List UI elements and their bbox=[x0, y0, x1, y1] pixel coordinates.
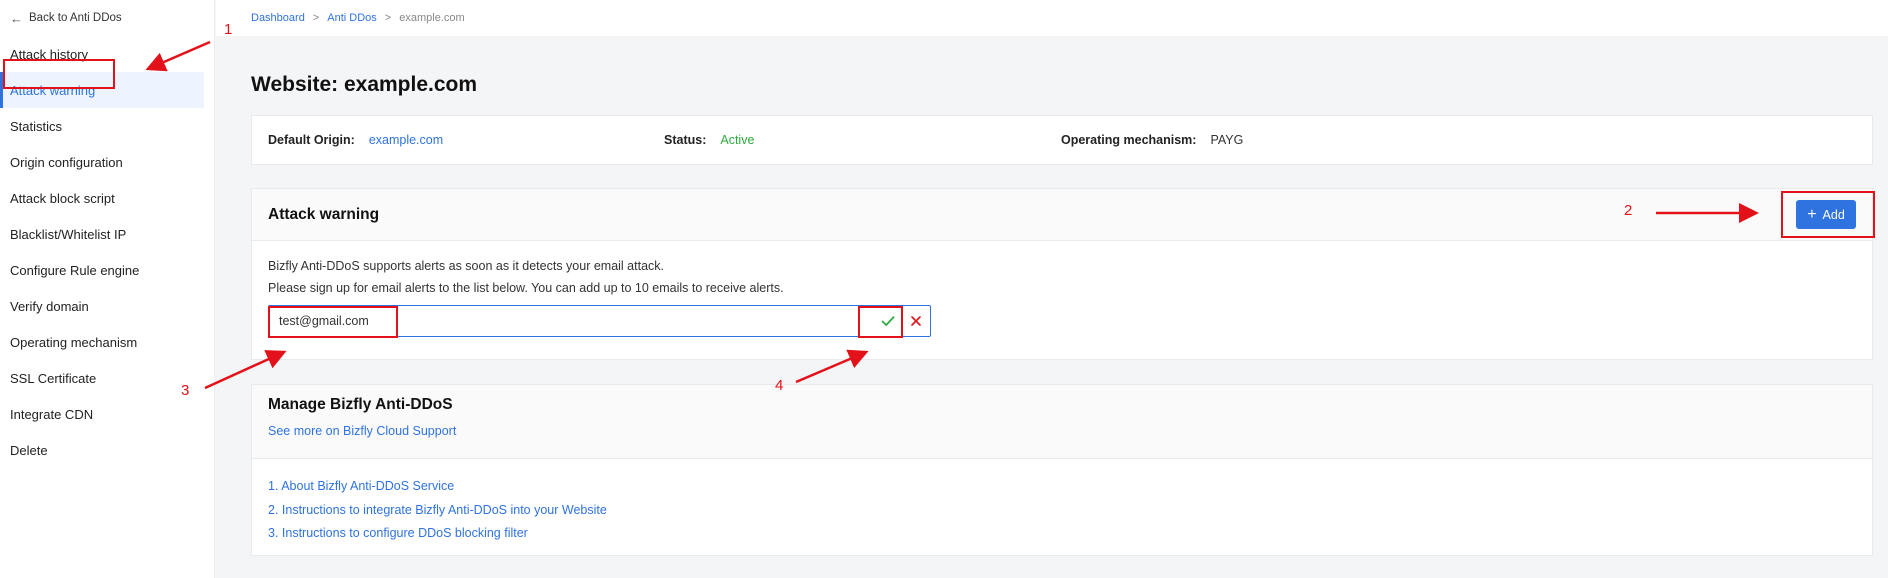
guide-link-about[interactable]: 1. About Bizfly Anti-DDoS Service bbox=[268, 475, 1856, 499]
manage-title: Manage Bizfly Anti-DDoS bbox=[268, 396, 453, 413]
annotation-box-1 bbox=[3, 59, 115, 89]
back-link[interactable]: ← Back to Anti DDos bbox=[0, 0, 214, 36]
page-title: Website: example.com bbox=[251, 73, 478, 96]
status-group: Status: Active bbox=[664, 133, 1061, 147]
sidebar-item-origin-configuration[interactable]: Origin configuration bbox=[0, 144, 214, 180]
sidebar-item-operating-mechanism[interactable]: Operating mechanism bbox=[0, 324, 214, 360]
main-content: Dashboard > Anti DDos > example.com Webs… bbox=[216, 0, 1888, 578]
sidebar-item-label: Delete bbox=[10, 442, 48, 458]
breadcrumb-dashboard[interactable]: Dashboard bbox=[251, 12, 305, 24]
attack-warning-desc-2: Please sign up for email alerts to the l… bbox=[268, 281, 784, 295]
sidebar-item-statistics[interactable]: Statistics bbox=[0, 108, 214, 144]
manage-header: Manage Bizfly Anti-DDoS See more on Bizf… bbox=[252, 385, 1872, 459]
manage-links: 1. About Bizfly Anti-DDoS Service 2. Ins… bbox=[252, 459, 1872, 562]
sidebar-item-label: Attack block script bbox=[10, 190, 115, 206]
sidebar-item-label: Statistics bbox=[10, 118, 63, 134]
sidebar-item-blacklist-whitelist[interactable]: Blacklist/Whitelist IP bbox=[0, 216, 214, 252]
arrow-left-icon: ← bbox=[10, 10, 23, 26]
info-card: Default Origin: example.com Status: Acti… bbox=[251, 115, 1873, 165]
attack-warning-desc-1: Bizfly Anti-DDoS supports alerts as soon… bbox=[268, 259, 665, 273]
breadcrumb-separator: > bbox=[312, 12, 320, 24]
status-value: Active bbox=[720, 133, 755, 147]
default-origin-label: Default Origin: bbox=[268, 133, 355, 147]
attack-warning-title: Attack warning bbox=[268, 205, 380, 223]
breadcrumb-anti-ddos[interactable]: Anti DDos bbox=[327, 12, 377, 24]
breadcrumb-separator: > bbox=[384, 12, 392, 24]
sidebar-item-label: SSL Certificate bbox=[10, 370, 97, 386]
cancel-close-icon[interactable] bbox=[902, 307, 930, 335]
breadcrumb-current: example.com bbox=[399, 12, 465, 24]
annotation-number-2: 2 bbox=[1624, 202, 1633, 219]
annotation-box-3 bbox=[268, 306, 398, 338]
annotation-box-4 bbox=[858, 306, 903, 338]
sidebar-item-delete[interactable]: Delete bbox=[0, 432, 214, 468]
default-origin-link[interactable]: example.com bbox=[369, 133, 443, 147]
guide-link-filter[interactable]: 3. Instructions to configure DDoS blocki… bbox=[268, 522, 1856, 546]
sidebar-item-verify-domain[interactable]: Verify domain bbox=[0, 288, 214, 324]
mechanism-value: PAYG bbox=[1210, 133, 1244, 147]
sidebar-item-label: Integrate CDN bbox=[10, 406, 94, 422]
mechanism-group: Operating mechanism: PAYG bbox=[1061, 133, 1243, 147]
sidebar-item-label: Configure Rule engine bbox=[10, 262, 140, 278]
sidebar-nav: Attack history Attack warning Statistics… bbox=[0, 36, 214, 468]
sidebar-item-label: Blacklist/Whitelist IP bbox=[10, 226, 127, 242]
sidebar-item-label: Verify domain bbox=[10, 298, 89, 314]
annotation-number-4: 4 bbox=[775, 377, 784, 394]
guide-link-integrate[interactable]: 2. Instructions to integrate Bizfly Anti… bbox=[268, 499, 1856, 523]
support-link[interactable]: See more on Bizfly Cloud Support bbox=[268, 424, 456, 438]
manage-card: Manage Bizfly Anti-DDoS See more on Bizf… bbox=[251, 384, 1873, 556]
back-link-label: Back to Anti DDos bbox=[29, 12, 122, 24]
attack-warning-body: Bizfly Anti-DDoS supports alerts as soon… bbox=[252, 241, 1872, 351]
sidebar-item-label: Operating mechanism bbox=[10, 334, 138, 350]
annotation-box-2 bbox=[1781, 191, 1875, 238]
sidebar-item-integrate-cdn[interactable]: Integrate CDN bbox=[0, 396, 214, 432]
mechanism-label: Operating mechanism: bbox=[1061, 133, 1197, 147]
annotation-number-1: 1 bbox=[224, 21, 233, 38]
annotation-number-3: 3 bbox=[181, 382, 190, 399]
breadcrumb: Dashboard > Anti DDos > example.com bbox=[216, 0, 1888, 36]
sidebar-item-label: Origin configuration bbox=[10, 154, 123, 170]
status-label: Status: bbox=[664, 133, 707, 147]
default-origin-group: Default Origin: example.com bbox=[268, 133, 664, 147]
sidebar-item-attack-block-script[interactable]: Attack block script bbox=[0, 180, 214, 216]
sidebar-item-rule-engine[interactable]: Configure Rule engine bbox=[0, 252, 214, 288]
